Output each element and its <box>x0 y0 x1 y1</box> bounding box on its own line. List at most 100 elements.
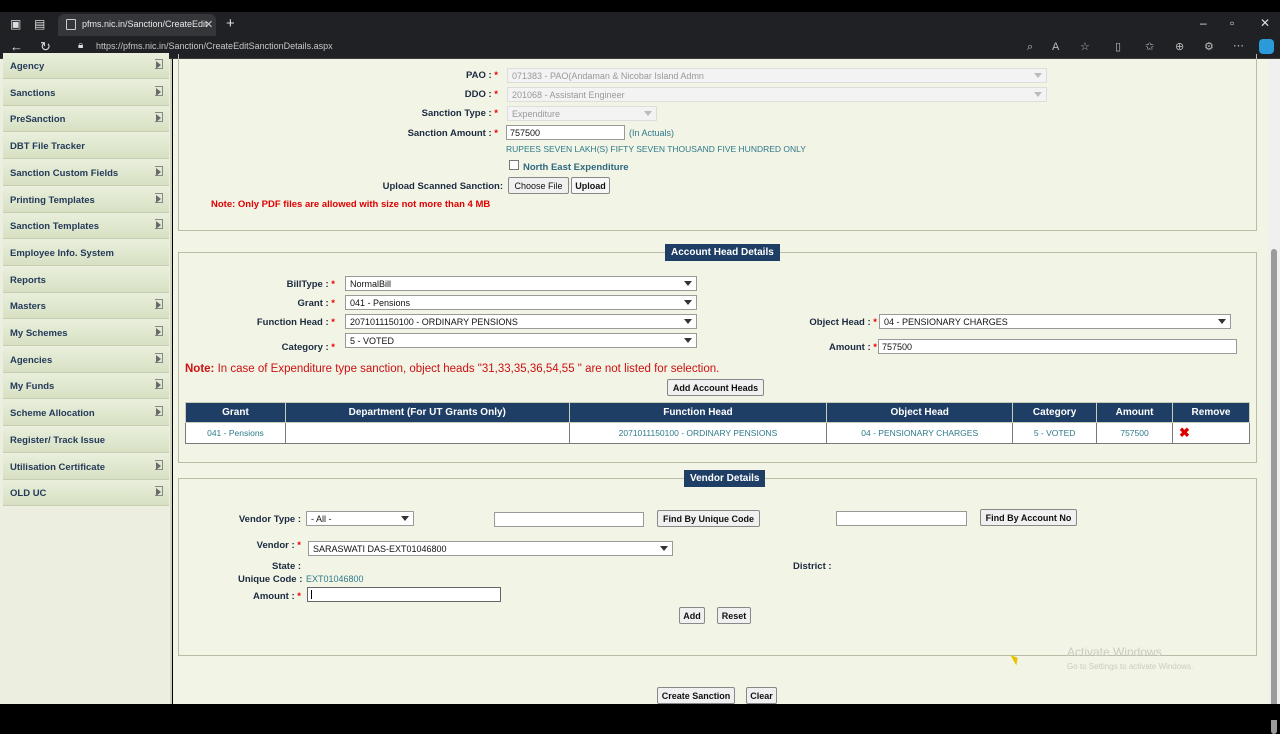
expand-arrow-icon[interactable] <box>155 486 163 497</box>
sidebar-item-label: My Funds <box>10 381 55 393</box>
copilot-icon[interactable] <box>1259 39 1274 54</box>
choose-file-button[interactable]: Choose File <box>508 177 569 194</box>
table-cell: 2071011150100 - ORDINARY PENSIONS <box>568 422 828 444</box>
tab-title: pfms.nic.in/Sanction/CreateEdit <box>82 19 208 29</box>
vendor-select[interactable]: SARASWATI DAS-EXT01046800 <box>308 541 673 556</box>
minimize-icon[interactable]: – <box>1200 16 1207 30</box>
expand-arrow-icon[interactable] <box>155 379 163 390</box>
collections-icon[interactable]: ⊕ <box>1175 40 1184 53</box>
add-vendor-button[interactable]: Add <box>679 607 705 624</box>
expand-arrow-icon[interactable] <box>155 85 163 96</box>
object-head-select[interactable]: 04 - PENSIONARY CHARGES <box>879 314 1231 329</box>
expand-arrow-icon[interactable] <box>155 352 163 363</box>
reset-vendor-button[interactable]: Reset <box>717 607 751 624</box>
unique-code-input[interactable] <box>494 512 644 527</box>
sanction-amount-input[interactable]: 757500 <box>506 125 625 140</box>
sidebar-item-agencies[interactable]: Agencies <box>3 346 169 373</box>
account-no-input[interactable] <box>836 511 967 526</box>
find-by-unique-code-button[interactable]: Find By Unique Code <box>657 510 760 527</box>
vendor-type-select[interactable]: - All - <box>306 511 414 526</box>
sidebar-item-label: Register/ Track Issue <box>10 434 106 446</box>
vendor-amount-input[interactable] <box>307 587 501 602</box>
column-header: Department (For UT Grants Only) <box>284 402 570 423</box>
expand-arrow-icon[interactable] <box>155 192 163 203</box>
function-head-select[interactable]: 2071011150100 - ORDINARY PENSIONS <box>345 314 697 329</box>
account-amount-input[interactable]: 757500 <box>878 339 1237 354</box>
main-content: PAO : * 071383 - PAO(Andaman & Nicobar I… <box>173 54 1268 704</box>
expand-arrow-icon[interactable] <box>155 59 163 69</box>
sidebar-item-sanctions[interactable]: Sanctions <box>3 79 169 106</box>
category-select[interactable]: 5 - VOTED <box>345 333 697 348</box>
sidebar-item-utilisation-certificate[interactable]: Utilisation Certificate <box>3 453 169 480</box>
expand-arrow-icon[interactable] <box>155 165 163 176</box>
pao-select: 071383 - PAO(Andaman & Nicobar Island Ad… <box>507 68 1047 83</box>
extensions-icon[interactable]: ⚙ <box>1204 40 1214 53</box>
sidebar-item-scheme-allocation[interactable]: Scheme Allocation <box>3 400 169 427</box>
scrollbar-thumb[interactable] <box>1271 249 1277 734</box>
sidebar-item-label: Printing Templates <box>10 194 95 206</box>
column-header: Category <box>1012 402 1098 423</box>
maximize-icon[interactable]: ▫ <box>1230 16 1234 30</box>
sidebar-item-presanction[interactable]: PreSanction <box>3 106 169 133</box>
vertical-scrollbar[interactable] <box>1268 59 1280 734</box>
url-field[interactable]: https://pfms.nic.in/Sanction/CreateEditS… <box>96 41 333 51</box>
expand-arrow-icon[interactable] <box>155 299 163 310</box>
expand-arrow-icon[interactable] <box>155 406 163 417</box>
grant-select[interactable]: 041 - Pensions <box>345 295 697 310</box>
lock-icon[interactable]: 🔒︎ <box>78 40 83 51</box>
sidebar-item-label: PreSanction <box>10 114 66 126</box>
sidebar-item-label: Scheme Allocation <box>10 408 95 420</box>
sidebar-item-my-funds[interactable]: My Funds <box>3 373 169 400</box>
sidebar-item-label: Masters <box>10 301 46 313</box>
close-window-icon[interactable]: ✕ <box>1260 16 1270 30</box>
sidebar-item-my-schemes[interactable]: My Schemes <box>3 320 169 346</box>
sidebar-item-employee-info-system[interactable]: Employee Info. System <box>3 239 169 266</box>
expand-arrow-icon[interactable] <box>155 112 163 123</box>
sidebar-item-old-uc[interactable]: OLD UC <box>3 480 169 507</box>
table-row: 041 - Pensions 2071011150100 - ORDINARY P… <box>185 422 1250 444</box>
expand-arrow-icon[interactable] <box>155 459 163 470</box>
vendor-amount-label: Amount : * <box>252 591 301 602</box>
sidebar-item-printing-templates[interactable]: Printing Templates <box>3 186 169 213</box>
sidebar-item-sanction-templates[interactable]: Sanction Templates <box>3 213 169 240</box>
zoom-icon[interactable]: ⌕ <box>1027 41 1033 54</box>
browser-tab[interactable]: pfms.nic.in/Sanction/CreateEdit ✕ <box>58 14 216 36</box>
pdf-note: Note: Only PDF files are allowed with si… <box>211 199 491 210</box>
split-screen-icon[interactable]: ▯ <box>1115 40 1121 53</box>
sidebar-item-label: Agencies <box>10 354 53 366</box>
sidebar-item-register-track-issue[interactable]: Register/ Track Issue <box>3 426 169 453</box>
back-icon[interactable]: ← <box>10 39 23 54</box>
favorite-star-icon[interactable]: ☆ <box>1080 40 1090 53</box>
unique-code-label: Unique Code : <box>238 574 303 585</box>
sidebar-item-reports[interactable]: Reports <box>3 266 169 293</box>
tab-actions-icon[interactable]: ▤ <box>34 17 45 31</box>
north-east-checkbox[interactable] <box>509 160 519 170</box>
profile-icon[interactable]: ▣ <box>10 17 21 31</box>
find-by-account-no-button[interactable]: Find By Account No <box>980 509 1077 526</box>
billtype-select[interactable]: NormalBill <box>345 276 697 291</box>
add-account-heads-button[interactable]: Add Account Heads <box>667 379 764 396</box>
object-head-label: Object Head : * <box>809 317 877 328</box>
billtype-label: BillType : * <box>286 279 335 290</box>
account-head-table: Grant Department (For UT Grants Only) Func… <box>185 402 1250 444</box>
new-tab-icon[interactable]: + <box>226 15 235 32</box>
activate-windows-title: Activate Windows <box>1067 645 1162 659</box>
sidebar-item-agency[interactable]: Agency <box>3 53 169 79</box>
bottom-bar <box>0 704 1280 720</box>
category-label: Category : * <box>281 342 335 353</box>
close-tab-icon[interactable]: ✕ <box>204 18 213 31</box>
object-head-note: Note: In case of Expenditure type sancti… <box>185 363 720 375</box>
column-header: Amount <box>1096 402 1173 423</box>
sidebar-item-dbt-file-tracker[interactable]: DBT File Tracker <box>3 133 169 160</box>
clear-button[interactable]: Clear <box>746 687 777 704</box>
remove-row-icon[interactable]: ✖ <box>1172 422 1250 444</box>
expand-arrow-icon[interactable] <box>155 219 163 230</box>
sidebar-item-sanction-custom-fields[interactable]: Sanction Custom Fields <box>3 159 169 186</box>
sidebar-item-masters[interactable]: Masters <box>3 293 169 320</box>
favorites-icon[interactable]: ✩ <box>1145 40 1154 53</box>
expand-arrow-icon[interactable] <box>155 326 163 336</box>
upload-button[interactable]: Upload <box>571 177 610 194</box>
create-sanction-button[interactable]: Create Sanction <box>657 687 735 704</box>
more-menu-icon[interactable]: ⋯ <box>1233 39 1244 52</box>
read-aloud-icon[interactable]: A <box>1052 41 1059 53</box>
